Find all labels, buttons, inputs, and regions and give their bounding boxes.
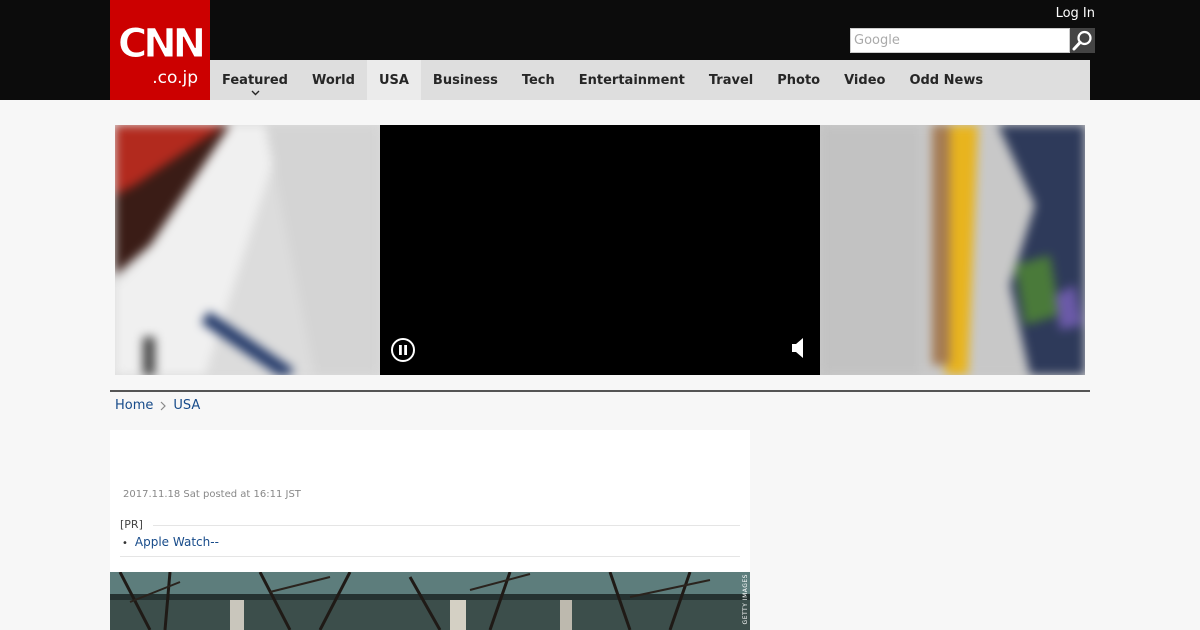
banner-ad[interactable] [115,125,1085,375]
speaker-icon[interactable] [792,338,804,358]
nav-item-tech[interactable]: Tech [510,60,567,100]
nav-item-label: Entertainment [578,72,685,88]
section-divider [110,390,1090,392]
cnn-logo[interactable]: CNN .co.jp [110,0,210,100]
magnifier-icon [1072,30,1092,51]
nav-item-video[interactable]: Video [832,60,897,100]
top-bar: CNN .co.jp Log In Featured World USA Bus… [0,0,1200,100]
nav-item-entertainment[interactable]: Entertainment [567,60,697,100]
pr-label: [PR] [120,518,143,531]
nav-item-featured[interactable]: Featured [210,60,300,100]
bullet-icon: • [122,538,128,549]
posted-timestamp: 2017.11.18 Sat posted at 16:11 JST [123,489,301,500]
search-input[interactable] [850,28,1070,53]
nav-item-label: World [311,72,355,88]
main-nav: Featured World USA Business Tech Enterta… [210,60,1090,100]
nav-item-label: Tech [521,72,555,88]
logo-text: CNN [117,21,206,67]
pr-header: [PR] [120,518,740,532]
banner-right-image [820,125,1085,375]
nav-item-world[interactable]: World [300,60,367,100]
pr-link[interactable]: • Apple Watch-- [122,534,219,552]
logo-subtext: .co.jp [152,68,198,88]
nav-item-travel[interactable]: Travel [697,60,765,100]
article-photo: GETTY IMAGES [110,572,750,630]
pr-link-text: Apple Watch-- [134,535,219,549]
nav-item-label: Travel [708,72,754,88]
photo-credit: GETTY IMAGES [742,574,749,625]
chevron-right-icon [160,401,167,411]
nav-item-odd-news[interactable]: Odd News [897,60,995,100]
nav-item-label: Video [844,72,886,88]
nav-item-label: USA [378,72,409,88]
nav-item-label: Odd News [909,72,984,88]
pr-divider [152,524,740,526]
article-card: 2017.11.18 Sat posted at 16:11 JST [PR] … [110,430,750,630]
banner-left-image [115,125,380,375]
search-button[interactable] [1070,28,1095,53]
nav-item-usa[interactable]: USA [366,60,421,100]
video-player[interactable] [380,125,820,375]
breadcrumb: Home USA [115,398,200,414]
nav-item-photo[interactable]: Photo [765,60,832,100]
nav-item-label: Business [432,72,498,88]
pause-circle-icon[interactable] [390,337,416,363]
breadcrumb-home[interactable]: Home [115,398,153,414]
login-link[interactable]: Log In [1056,6,1095,22]
nav-item-label: Photo [777,72,821,88]
pr-bottom-divider [120,556,740,557]
breadcrumb-usa[interactable]: USA [173,398,200,414]
chevron-down-icon [251,90,260,96]
nav-item-label: Featured [222,72,288,88]
nav-item-business[interactable]: Business [421,60,510,100]
